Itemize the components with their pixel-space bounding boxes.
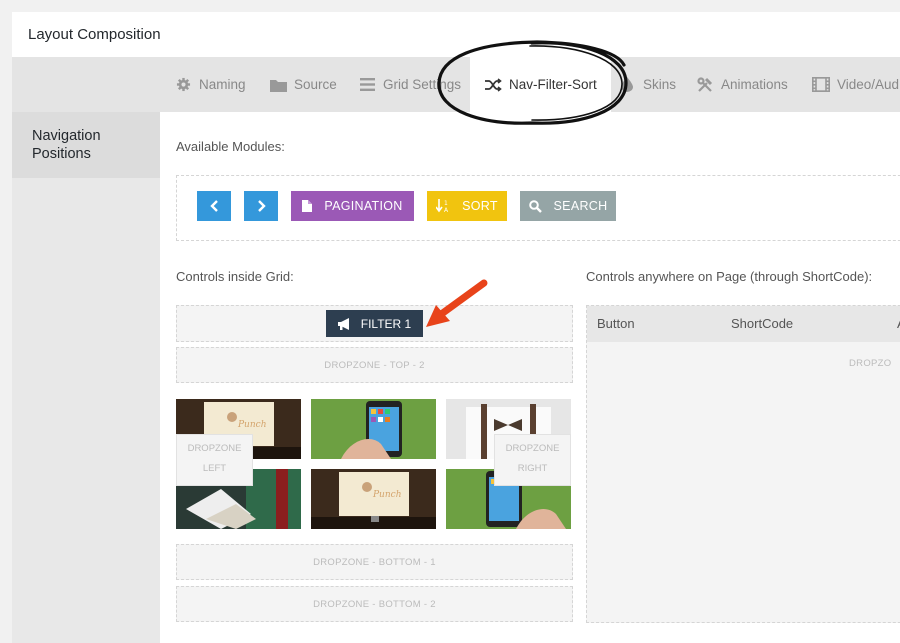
tab-source[interactable]: Source: [269, 57, 337, 112]
svg-text:Punch: Punch: [237, 420, 267, 430]
shortcode-table-header: Button ShortCode A: [587, 306, 900, 342]
gear-icon: [174, 76, 192, 94]
sort-icon: 1A: [436, 199, 450, 213]
search-button[interactable]: SEARCH: [520, 191, 616, 221]
sidebar-item-label: Navigation Positions: [32, 128, 101, 162]
tab-label: Source: [294, 77, 337, 92]
tab-label: Video/Aud: [837, 77, 900, 92]
document-icon: [302, 200, 313, 212]
dropzone-left[interactable]: DROPZONE LEFT: [176, 434, 253, 486]
available-modules-dropzone: PAGINATION 1A SORT SEARCH: [176, 175, 900, 241]
film-icon: [812, 76, 830, 94]
grid-thumbnail: Punch: [311, 469, 436, 529]
dropzone-left-line1: DROPZONE: [187, 443, 242, 454]
svg-text:Punch: Punch: [372, 490, 402, 500]
list-icon: [358, 76, 376, 94]
sort-label: SORT: [462, 199, 498, 213]
available-modules-label: Available Modules:: [176, 139, 285, 154]
search-label: SEARCH: [553, 199, 608, 213]
dropzone-right[interactable]: DROPZONE RIGHT: [494, 434, 571, 486]
layout-composition-panel: Layout Composition Naming Source Grid Se…: [12, 12, 900, 643]
folder-icon: [269, 76, 287, 94]
tab-label: Naming: [199, 77, 246, 92]
shortcode-dropzone[interactable]: Button ShortCode A DROPZO: [586, 305, 900, 623]
annotation-arrow: [426, 279, 488, 327]
controls-inside-label: Controls inside Grid:: [176, 269, 294, 284]
filter-1-label: FILTER 1: [360, 316, 412, 331]
tools-icon: [696, 76, 714, 94]
dropzone-bottom-1[interactable]: DROPZONE - BOTTOM - 1: [176, 544, 573, 580]
sidebar: Navigation Positions: [12, 112, 160, 643]
column-button: Button: [597, 316, 635, 331]
column-shortcode: ShortCode: [731, 316, 794, 331]
tab-label: Skins: [643, 77, 677, 92]
controls-anywhere-label: Controls anywhere on Page (through Short…: [586, 269, 873, 284]
next-button[interactable]: [244, 191, 278, 221]
dropzone-bottom-2[interactable]: DROPZONE - BOTTOM - 2: [176, 586, 573, 622]
dropzone-left-line2: LEFT: [202, 463, 227, 474]
tab-naming[interactable]: Naming: [174, 57, 246, 112]
svg-text:A: A: [444, 207, 449, 213]
sidebar-item-navigation-positions[interactable]: Navigation Positions: [12, 112, 160, 178]
dropzone-right-line2: RIGHT: [517, 463, 548, 474]
megaphone-icon: [337, 317, 352, 330]
panel-title: Layout Composition: [28, 26, 161, 43]
dropzone-top-2[interactable]: DROPZONE - TOP - 2: [176, 347, 573, 383]
search-icon: [528, 199, 542, 213]
pagination-label: PAGINATION: [324, 199, 403, 213]
grid-thumbnail: [311, 399, 436, 459]
shortcode-dropzone-label: DROPZO: [849, 358, 892, 369]
tab-video-audio[interactable]: Video/Aud: [812, 57, 899, 112]
dropzone-right-line1: DROPZONE: [505, 443, 560, 454]
prev-button[interactable]: [197, 191, 231, 221]
highlight-circle: [437, 40, 628, 125]
pagination-button[interactable]: PAGINATION: [291, 191, 414, 221]
chevron-right-icon: [257, 200, 266, 212]
tab-label: Animations: [721, 77, 788, 92]
chevron-left-icon: [209, 200, 219, 212]
filter-1-button[interactable]: FILTER 1: [326, 310, 423, 337]
svg-text:1: 1: [444, 200, 448, 207]
sort-button[interactable]: 1A SORT: [427, 191, 507, 221]
tab-animations[interactable]: Animations: [696, 57, 788, 112]
